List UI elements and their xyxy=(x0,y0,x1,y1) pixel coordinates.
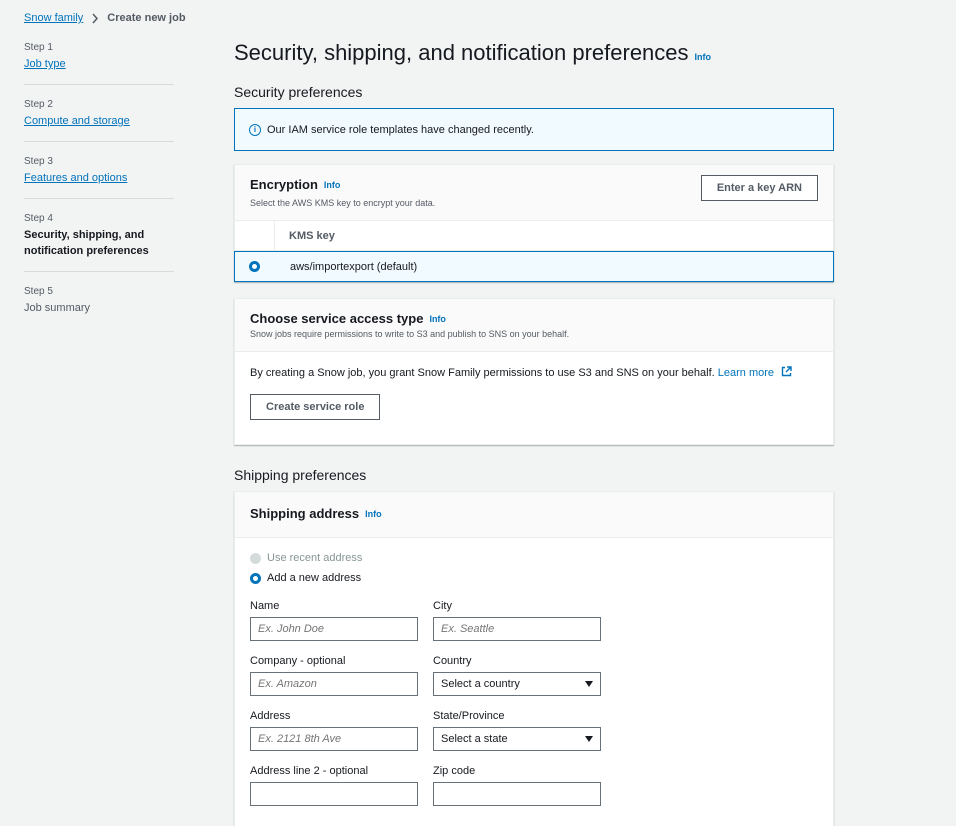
kms-column-header: KMS key xyxy=(289,229,335,242)
info-circle-icon: i xyxy=(249,123,261,136)
use-recent-address-radio xyxy=(250,552,261,564)
service-access-text-row: By creating a Snow job, you grant Snow F… xyxy=(250,366,818,380)
create-service-role-button[interactable]: Create service role xyxy=(250,394,381,420)
breadcrumb: Snow family Create new job xyxy=(24,12,186,24)
service-access-text: By creating a Snow job, you grant Snow F… xyxy=(250,366,715,379)
caret-down-icon xyxy=(585,736,593,742)
zip-input[interactable] xyxy=(433,782,601,806)
step-number: Step 3 xyxy=(24,156,53,167)
security-heading: Security preferences xyxy=(234,84,363,100)
encryption-panel: Encryption Info Select the AWS KMS key t… xyxy=(234,164,834,282)
country-select[interactable]: Select a country xyxy=(433,672,601,696)
caret-down-icon xyxy=(585,681,593,687)
info-alert: i Our IAM service role templates have ch… xyxy=(234,108,834,151)
shipping-panel: Shipping address Info Use recent address… xyxy=(234,491,834,826)
alert-text: Our IAM service role templates have chan… xyxy=(267,123,534,136)
service-access-title: Choose service access type xyxy=(250,311,424,326)
step-3: Step 3 Features and options xyxy=(24,156,174,199)
country-field: Country Select a country xyxy=(433,655,601,696)
shipping-body: Use recent address Add a new address Nam… xyxy=(235,538,833,826)
state-label: State/Province xyxy=(433,710,505,722)
state-select[interactable]: Select a state xyxy=(433,727,601,751)
country-label: Country xyxy=(433,655,472,667)
use-recent-address-label: Use recent address xyxy=(267,552,363,564)
add-new-address-option[interactable]: Add a new address xyxy=(250,572,818,584)
encryption-header: Encryption Info Select the AWS KMS key t… xyxy=(235,165,833,221)
address-label: Address xyxy=(250,710,291,722)
step-5: Step 5 Job summary xyxy=(24,286,174,328)
external-link-icon xyxy=(781,366,792,380)
name-field: Name xyxy=(250,600,418,641)
step-current-title: Security, shipping, and notification pre… xyxy=(24,229,149,257)
step-4: Step 4 Security, shipping, and notificat… xyxy=(24,213,174,272)
step-summary-title: Job summary xyxy=(24,302,91,314)
encryption-info-link[interactable]: Info xyxy=(324,180,341,190)
kms-table-header: KMS key xyxy=(235,221,833,251)
country-select-value: Select a country xyxy=(441,678,520,690)
address-form: Name City Company - optional Country Sel… xyxy=(250,600,818,806)
service-access-description: Snow jobs require permissions to write t… xyxy=(250,329,570,339)
shipping-title: Shipping address xyxy=(250,506,360,521)
encryption-title: Encryption xyxy=(250,177,318,192)
kms-key-name: aws/importexport (default) xyxy=(290,260,418,273)
page-info-link[interactable]: Info xyxy=(695,52,712,62)
service-access-body: By creating a Snow job, you grant Snow F… xyxy=(235,352,833,444)
add-new-address-label: Add a new address xyxy=(267,572,362,584)
service-access-title-row: Choose service access type Info xyxy=(250,311,818,326)
state-select-value: Select a state xyxy=(441,733,508,745)
service-access-panel: Choose service access type Info Snow job… xyxy=(234,298,834,445)
add-new-address-radio[interactable] xyxy=(250,572,261,584)
name-input[interactable] xyxy=(250,617,418,641)
company-label: Company - optional xyxy=(250,655,346,667)
wizard-steps: Step 1 Job type Step 2 Compute and stora… xyxy=(24,42,174,342)
step-link-compute-storage[interactable]: Compute and storage xyxy=(24,113,174,129)
address-input[interactable] xyxy=(250,727,418,751)
address2-input[interactable] xyxy=(250,782,418,806)
page-title-row: Security, shipping, and notification pre… xyxy=(234,40,834,66)
address-field: Address xyxy=(250,710,418,751)
select-column xyxy=(235,221,275,250)
breadcrumb-snow-family[interactable]: Snow family xyxy=(24,12,83,24)
address2-label: Address line 2 - optional xyxy=(250,765,369,777)
shipping-header: Shipping address Info xyxy=(235,492,833,538)
shipping-heading: Shipping preferences xyxy=(234,467,367,483)
service-role-button-wrap: Create service role xyxy=(250,394,818,420)
step-number: Step 4 xyxy=(24,213,53,224)
chevron-right-icon xyxy=(91,13,99,24)
step-2: Step 2 Compute and storage xyxy=(24,99,174,142)
step-number: Step 2 xyxy=(24,99,53,110)
main-content: Security, shipping, and notification pre… xyxy=(234,40,834,826)
zip-label: Zip code xyxy=(433,765,476,777)
enter-key-arn-button[interactable]: Enter a key ARN xyxy=(700,175,818,201)
shipping-title-row: Shipping address Info xyxy=(250,506,818,521)
breadcrumb-current: Create new job xyxy=(107,12,186,24)
shipping-info-link[interactable]: Info xyxy=(365,509,382,519)
step-1: Step 1 Job type xyxy=(24,42,174,85)
step-number: Step 5 xyxy=(24,286,53,297)
city-input[interactable] xyxy=(433,617,601,641)
page-title: Security, shipping, and notification pre… xyxy=(234,40,689,65)
name-label: Name xyxy=(250,600,280,612)
zip-field: Zip code xyxy=(433,765,601,806)
state-field: State/Province Select a state xyxy=(433,710,601,751)
step-number: Step 1 xyxy=(24,42,53,53)
kms-key-row[interactable]: aws/importexport (default) xyxy=(234,251,834,282)
city-label: City xyxy=(433,600,452,612)
step-link-features-options[interactable]: Features and options xyxy=(24,170,174,186)
learn-more-link[interactable]: Learn more xyxy=(718,367,774,379)
company-input[interactable] xyxy=(250,672,418,696)
service-access-info-link[interactable]: Info xyxy=(429,314,446,324)
step-link-job-type[interactable]: Job type xyxy=(24,56,174,72)
company-field: Company - optional xyxy=(250,655,418,696)
address2-field: Address line 2 - optional xyxy=(250,765,418,806)
kms-key-radio[interactable] xyxy=(249,261,260,272)
use-recent-address-option: Use recent address xyxy=(250,552,818,564)
service-access-header: Choose service access type Info Snow job… xyxy=(235,299,833,352)
city-field: City xyxy=(433,600,601,641)
